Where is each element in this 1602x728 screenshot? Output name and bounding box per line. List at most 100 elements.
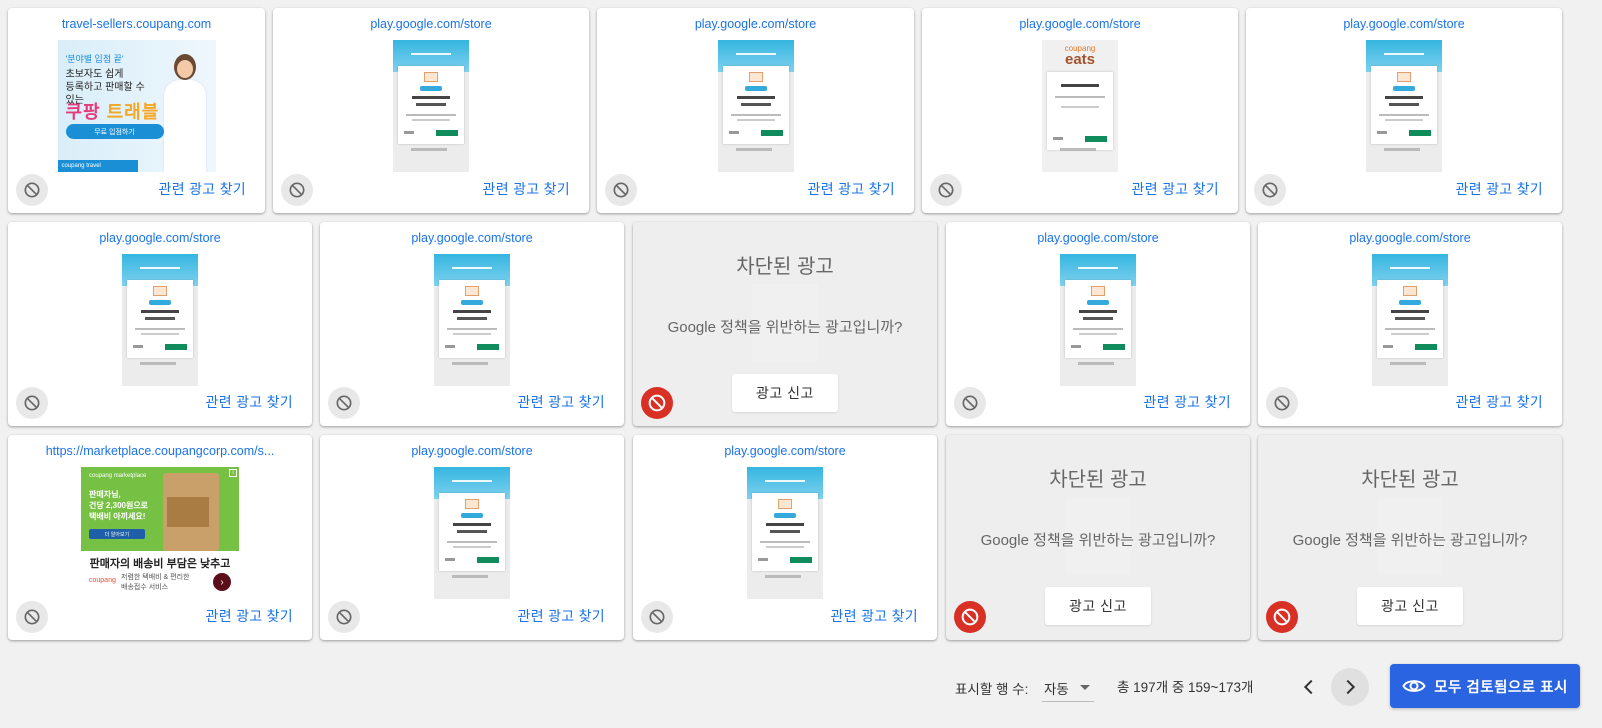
block-button[interactable] [16, 387, 48, 419]
ad-card[interactable]: play.google.com/store 관련 광고 찾기 [8, 222, 312, 426]
ad-text: coupang marketplace [89, 473, 147, 479]
block-button[interactable] [328, 387, 360, 419]
ad-text: 판매자님, 건당 2,300원으로 택배비 아끼세요! [89, 490, 149, 521]
find-related-ads-link[interactable]: 관련 광고 찾기 [159, 179, 246, 199]
unblock-button[interactable] [954, 601, 986, 633]
block-icon [24, 395, 40, 411]
eye-icon [1402, 680, 1426, 692]
block-button[interactable] [16, 174, 48, 206]
rows-per-page-value: 자동 [1044, 682, 1069, 697]
blocked-question: Google 정책을 위반하는 광고입니까? [667, 319, 903, 336]
block-icon [613, 182, 629, 198]
app-screenshot [1366, 40, 1442, 172]
person-image [162, 54, 208, 172]
find-related-ads-link[interactable]: 관련 광고 찾기 [206, 392, 293, 412]
block-icon [648, 394, 666, 412]
ad-url[interactable]: play.google.com/store [954, 231, 1242, 245]
chevron-left-icon [1303, 679, 1313, 695]
block-icon [24, 609, 40, 625]
ad-card[interactable]: https://marketplace.coupangcorp.com/s...… [8, 435, 312, 640]
block-button[interactable] [605, 174, 637, 206]
app-screenshot [1372, 254, 1448, 386]
ad-card[interactable]: play.google.com/store 관련 광고 찾기 [597, 8, 914, 213]
rows-per-page-select[interactable]: 자동 [1042, 670, 1094, 702]
mark-all-reviewed-label: 모두 검토됨으로 표시 [1434, 679, 1568, 696]
ad-card[interactable]: play.google.com/store coupang eats 관련 광고 … [922, 8, 1238, 213]
block-button[interactable] [641, 601, 673, 633]
find-related-ads-link[interactable]: 관련 광고 찾기 [1132, 179, 1219, 199]
next-page-button[interactable] [1331, 668, 1369, 706]
ad-card[interactable]: play.google.com/store 관련 광고 찾기 [633, 435, 937, 640]
find-related-ads-link[interactable]: 관련 광고 찾기 [518, 606, 605, 626]
ad-description: 저렴한 택배비 & 편리한 배송접수 서비스 [121, 574, 190, 591]
ad-text: '분야별 입점 끝' [65, 54, 124, 64]
report-ad-button[interactable]: 광고 신고 [1045, 587, 1151, 625]
ad-card[interactable]: play.google.com/store 관련 광고 찾기 [320, 435, 624, 640]
ad-cta: 더 알아보기 [89, 529, 145, 539]
ad-url[interactable]: play.google.com/store [930, 17, 1230, 31]
find-related-ads-link[interactable]: 관련 광고 찾기 [1144, 392, 1231, 412]
coupang-logo: coupang [89, 577, 116, 584]
ad-url[interactable]: play.google.com/store [1254, 17, 1554, 31]
ad-url[interactable]: play.google.com/store [328, 444, 616, 458]
find-related-ads-link[interactable]: 관련 광고 찾기 [206, 606, 293, 626]
ad-url[interactable]: play.google.com/store [1266, 231, 1554, 245]
find-related-ads-link[interactable]: 관련 광고 찾기 [483, 179, 570, 199]
ad-card[interactable]: play.google.com/store 관련 광고 찾기 [1258, 222, 1562, 426]
mark-all-reviewed-button[interactable]: 모두 검토됨으로 표시 [1390, 664, 1580, 708]
previous-page-button[interactable] [1290, 668, 1328, 706]
arrow-right-icon: › [213, 573, 231, 591]
ad-card[interactable]: travel-sellers.coupang.com '분야별 입점 끝' 초보… [8, 8, 265, 213]
app-screenshot [393, 40, 469, 172]
ad-url[interactable]: play.google.com/store [641, 444, 929, 458]
block-button[interactable] [16, 601, 48, 633]
block-icon [336, 609, 352, 625]
block-icon [938, 182, 954, 198]
ad-url[interactable]: https://marketplace.coupangcorp.com/s... [16, 444, 304, 458]
block-icon [962, 395, 978, 411]
block-icon [1262, 182, 1278, 198]
blocked-ad-card: 차단된 광고 Google 정책을 위반하는 광고입니까? 광고 신고 [633, 222, 937, 426]
blocked-title: 차단된 광고 [1361, 469, 1459, 491]
report-ad-button[interactable]: 광고 신고 [732, 374, 838, 412]
block-button[interactable] [328, 601, 360, 633]
ad-url[interactable]: play.google.com/store [281, 17, 581, 31]
app-screenshot [434, 467, 510, 599]
app-screenshot [434, 254, 510, 386]
ad-url[interactable]: play.google.com/store [328, 231, 616, 245]
ad-card[interactable]: play.google.com/store 관련 광고 찾기 [273, 8, 589, 213]
unblock-button[interactable] [641, 387, 673, 419]
ad-url[interactable]: travel-sellers.coupang.com [16, 17, 257, 31]
block-icon [961, 608, 979, 626]
ad-url[interactable]: play.google.com/store [16, 231, 304, 245]
ad-card[interactable]: play.google.com/store 관련 광고 찾기 [946, 222, 1250, 426]
find-related-ads-link[interactable]: 관련 광고 찾기 [518, 392, 605, 412]
blocked-title: 차단된 광고 [736, 256, 834, 278]
ad-url[interactable]: play.google.com/store [605, 17, 906, 31]
report-ad-button[interactable]: 광고 신고 [1357, 587, 1463, 625]
ad-footer: coupang travel [57, 160, 138, 172]
ad-creative-marketplace: coupang marketplace 판매자님, 건당 2,300원으로 택배비 … [81, 467, 239, 595]
block-button[interactable] [954, 387, 986, 419]
page-range-text: 총 197개 중 159~173개 [1117, 680, 1254, 695]
pagination-bar: 표시할 행 수: 자동 총 197개 중 159~173개 모두 검토됨으로 표… [0, 664, 1602, 712]
unblock-button[interactable] [1266, 601, 1298, 633]
ad-card[interactable]: play.google.com/store 관련 광고 찾기 [1246, 8, 1562, 213]
block-button[interactable] [1254, 174, 1286, 206]
blocked-question: Google 정책을 위반하는 광고입니까? [980, 532, 1216, 549]
block-button[interactable] [281, 174, 313, 206]
ad-brand-text: 쿠팡 트래블 [65, 102, 160, 122]
find-related-ads-link[interactable]: 관련 광고 찾기 [1456, 392, 1543, 412]
block-button[interactable] [1266, 387, 1298, 419]
ad-card[interactable]: play.google.com/store 관련 광고 찾기 [320, 222, 624, 426]
find-related-ads-link[interactable]: 관련 광고 찾기 [1456, 179, 1543, 199]
blocked-question: Google 정책을 위반하는 광고입니까? [1292, 532, 1528, 549]
find-related-ads-link[interactable]: 관련 광고 찾기 [831, 606, 918, 626]
rows-per-page-label: 표시할 행 수: [955, 682, 1029, 697]
box-image [167, 497, 209, 527]
find-related-ads-link[interactable]: 관련 광고 찾기 [808, 179, 895, 199]
ad-headline: 판매자의 배송비 부담은 낮추고 [89, 558, 231, 570]
block-button[interactable] [930, 174, 962, 206]
block-icon [649, 609, 665, 625]
chevron-right-icon [1346, 679, 1356, 695]
